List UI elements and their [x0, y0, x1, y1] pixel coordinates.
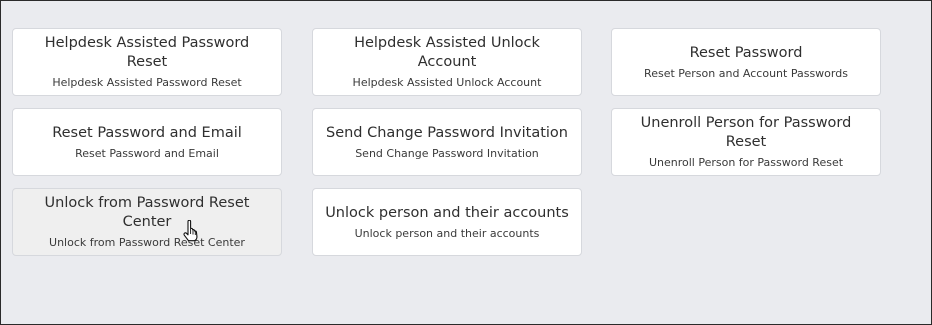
card-send-change-password-invitation[interactable]: Send Change Password Invitation Send Cha… [312, 108, 582, 176]
card-reset-password[interactable]: Reset Password Reset Person and Account … [611, 28, 881, 96]
card-subtitle: Unlock from Password Reset Center [49, 236, 245, 249]
card-reset-password-and-email[interactable]: Reset Password and Email Reset Password … [12, 108, 282, 176]
card-unlock-person-and-their-accounts[interactable]: Unlock person and their accounts Unlock … [312, 188, 582, 256]
card-title: Helpdesk Assisted Unlock Account [354, 35, 540, 70]
card-unenroll-person-for-password-reset[interactable]: Unenroll Person for Password Reset Unenr… [611, 108, 881, 176]
card-subtitle: Reset Person and Account Passwords [644, 66, 848, 80]
card-title: Reset Password and Email [52, 124, 242, 141]
card-helpdesk-assisted-unlock-account[interactable]: Helpdesk Assisted Unlock Account Helpdes… [312, 28, 582, 96]
card-helpdesk-assisted-password-reset[interactable]: Helpdesk Assisted Password Reset Helpdes… [12, 28, 282, 96]
card-title: Unenroll Person for Password Reset [640, 115, 852, 150]
card-unlock-from-password-reset-center[interactable]: Unlock from Password Reset Center Unlock… [12, 188, 282, 256]
card-subtitle: Reset Password and Email [75, 146, 219, 160]
card-subtitle: Unenroll Person for Password Reset [648, 156, 844, 169]
card-title: Send Change Password Invitation [325, 124, 568, 141]
card-subtitle: Helpdesk Assisted Password Reset [52, 76, 242, 89]
card-title: Reset Password [689, 44, 803, 61]
hand-pointer-icon [183, 220, 198, 242]
card-subtitle: Unlock person and their accounts [354, 226, 540, 240]
card-title: Unlock from Password Reset Center [44, 195, 250, 230]
card-title: Unlock person and their accounts [325, 204, 569, 221]
card-subtitle: Helpdesk Assisted Unlock Account [352, 76, 542, 89]
card-title: Helpdesk Assisted Password Reset [44, 35, 250, 70]
card-subtitle: Send Change Password Invitation [355, 146, 539, 160]
page-frame: Helpdesk Assisted Password Reset Helpdes… [0, 0, 932, 325]
